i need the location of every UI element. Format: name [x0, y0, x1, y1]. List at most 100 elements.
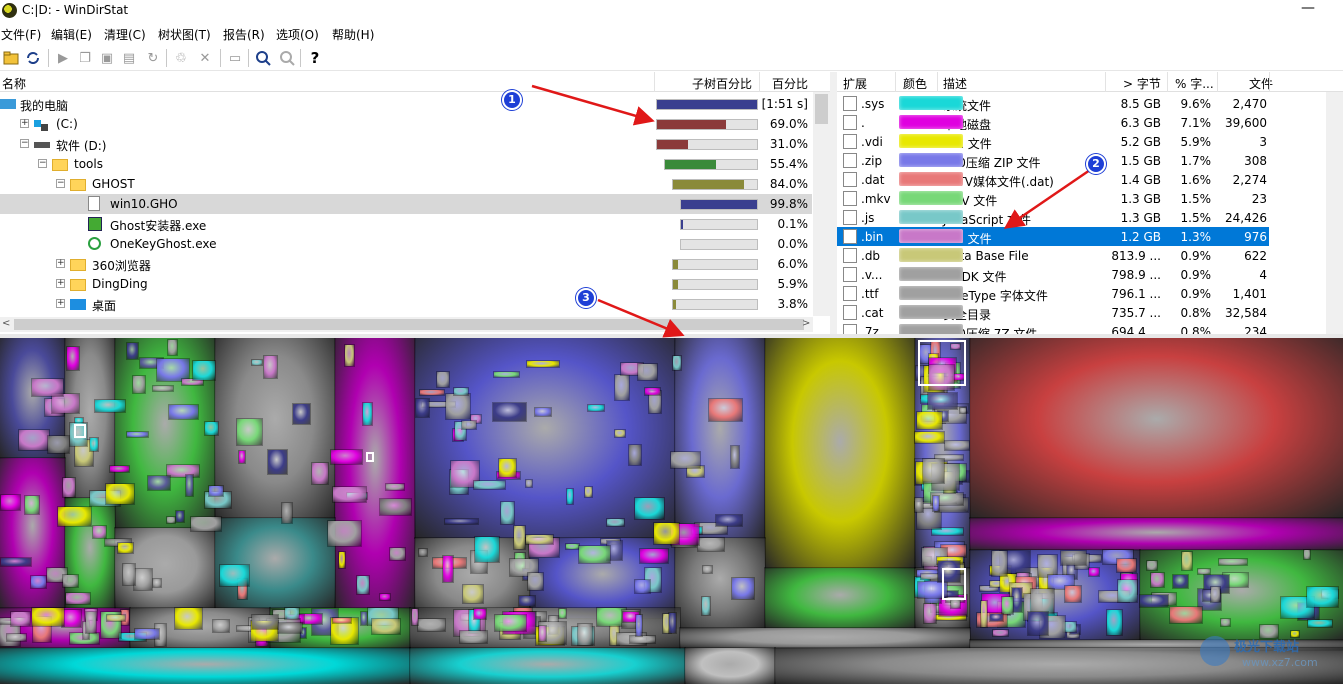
treemap-cell[interactable]: [991, 550, 1008, 577]
treemap-block[interactable]: [334, 338, 416, 609]
tree-row[interactable]: − GHOST 84.0%: [0, 174, 812, 194]
menu-help[interactable]: 帮助(H): [332, 26, 374, 43]
column-description[interactable]: 描述: [943, 75, 967, 92]
treemap-cell[interactable]: [1117, 579, 1138, 603]
treemap-cell[interactable]: [644, 387, 661, 396]
tree-row[interactable]: − tools 55.4%: [0, 154, 812, 174]
menu-file[interactable]: 文件(F): [1, 26, 41, 43]
extension-row[interactable]: .ttf TrueType 字体文件 796.1 ... 0.9% 1,401: [837, 284, 1269, 303]
treemap-block[interactable]: [214, 517, 336, 609]
tree-row[interactable]: + DingDing 5.9%: [0, 274, 812, 294]
treemap-cell[interactable]: [445, 393, 471, 420]
treemap-cell[interactable]: [31, 378, 64, 397]
treemap-cell[interactable]: [701, 596, 711, 616]
treemap-cell[interactable]: [385, 483, 405, 491]
treemap-cell[interactable]: [518, 595, 536, 607]
treemap-cell[interactable]: [922, 458, 945, 484]
menu-edit[interactable]: 编辑(E): [51, 26, 92, 43]
recycle-icon[interactable]: ♲: [172, 49, 190, 67]
new-folder-icon[interactable]: ▭: [226, 49, 244, 67]
tree-row[interactable]: +360浏览器 6.0%: [0, 254, 812, 274]
tree-row[interactable]: win10.GHO 99.8%: [0, 194, 812, 214]
treemap-block[interactable]: [414, 537, 531, 619]
treemap-block[interactable]: [679, 627, 971, 649]
explorer-icon[interactable]: ▣: [98, 49, 116, 67]
treemap-cell[interactable]: [461, 420, 477, 430]
treemap-cell[interactable]: [89, 437, 99, 452]
treemap-cell[interactable]: [577, 623, 593, 646]
treemap-block[interactable]: [409, 647, 686, 684]
treemap-cell[interactable]: [418, 548, 428, 557]
treemap-cell[interactable]: [267, 449, 288, 475]
treemap-cell[interactable]: [1306, 586, 1339, 608]
treemap-cell[interactable]: [629, 635, 656, 644]
tree-row[interactable]: + 桌面 3.8%: [0, 294, 812, 314]
treemap-cell[interactable]: [277, 622, 303, 634]
extension-row[interactable]: .js JavaScript 文件 1.3 GB 1.5% 24,426: [837, 208, 1269, 227]
treemap-cell[interactable]: [362, 402, 373, 426]
treemap-cell[interactable]: [133, 568, 153, 591]
treemap-cell[interactable]: [415, 398, 430, 418]
treemap-cell[interactable]: [697, 537, 725, 552]
column-percent[interactable]: 百分比: [772, 75, 808, 92]
treemap-cell[interactable]: [1116, 558, 1137, 573]
treemap-cell[interactable]: [92, 525, 107, 539]
treemap-cell[interactable]: [708, 398, 743, 422]
treemap-cell[interactable]: [126, 342, 139, 360]
treemap-cell[interactable]: [57, 506, 92, 527]
treemap-cell[interactable]: [417, 618, 446, 632]
treemap-block[interactable]: [0, 647, 411, 684]
treemap-cell[interactable]: [634, 497, 665, 520]
treemap-cell[interactable]: [914, 431, 945, 444]
treemap-cell[interactable]: [526, 360, 560, 368]
treemap-cell[interactable]: [1139, 594, 1169, 608]
treemap-cell[interactable]: [459, 630, 488, 644]
refresh-node-icon[interactable]: ↻: [144, 49, 162, 67]
treemap-cell[interactable]: [923, 603, 937, 624]
menu-report[interactable]: 报告(R): [223, 26, 265, 43]
treemap-cell[interactable]: [251, 359, 263, 366]
treemap-cell[interactable]: [494, 614, 527, 632]
treemap-cell[interactable]: [66, 346, 80, 371]
treemap-cell[interactable]: [10, 611, 31, 627]
treemap-cell[interactable]: [1303, 549, 1311, 560]
treemap-cell[interactable]: [584, 486, 593, 498]
treemap-cell[interactable]: [24, 495, 40, 515]
treemap-cell[interactable]: [635, 614, 643, 637]
tree-row[interactable]: − 软件 (D:) 31.0%: [0, 134, 812, 154]
treemap-cell[interactable]: [927, 392, 958, 410]
cmd-icon[interactable]: ▤: [120, 49, 138, 67]
tree-row[interactable]: + (C:) 69.0%: [0, 114, 812, 134]
treemap-cell[interactable]: [51, 393, 80, 414]
treemap-cell[interactable]: [1088, 567, 1100, 577]
treemap-cell[interactable]: [628, 444, 642, 466]
treemap-cell[interactable]: [6, 633, 27, 642]
treemap-cell[interactable]: [62, 574, 79, 588]
treemap-cell[interactable]: [959, 407, 967, 414]
treemap-cell[interactable]: [379, 593, 391, 601]
treemap-block[interactable]: [764, 338, 916, 569]
vertical-splitter[interactable]: [830, 72, 837, 334]
treemap-cell[interactable]: [1106, 609, 1123, 636]
treemap-cell[interactable]: [989, 613, 1004, 622]
treemap-cell[interactable]: [500, 501, 515, 525]
extension-row[interactable]: .bin BIN 文件 1.2 GB 1.3% 976: [837, 227, 1269, 246]
treemap-cell[interactable]: [204, 421, 219, 436]
treemap-cell[interactable]: [715, 514, 743, 527]
tree-expander[interactable]: −: [38, 159, 47, 168]
treemap-cell[interactable]: [166, 464, 200, 478]
treemap-cell[interactable]: [236, 418, 263, 446]
treemap-cell[interactable]: [62, 477, 76, 498]
tree-row[interactable]: OneKeyGhost.exe 0.0%: [0, 234, 812, 254]
treemap-cell[interactable]: [702, 565, 713, 574]
treemap-cell[interactable]: [1037, 554, 1058, 578]
tree-expander[interactable]: +: [56, 279, 65, 288]
menu-options[interactable]: 选项(O): [276, 26, 319, 43]
treemap-cell[interactable]: [344, 344, 355, 367]
treemap-cell[interactable]: [1181, 551, 1193, 571]
treemap-cell[interactable]: [106, 614, 126, 622]
treemap-cell[interactable]: [330, 449, 363, 465]
treemap-cell[interactable]: [639, 548, 669, 564]
treemap-cell[interactable]: [94, 399, 126, 413]
treemap-cell[interactable]: [134, 628, 160, 640]
